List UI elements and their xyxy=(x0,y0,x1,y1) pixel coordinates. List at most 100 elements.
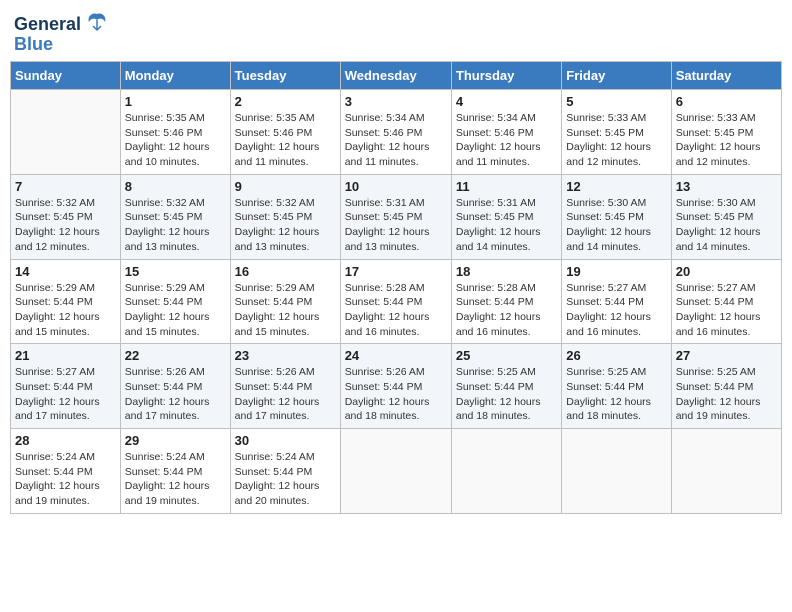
day-number: 2 xyxy=(235,94,336,109)
calendar-table: SundayMondayTuesdayWednesdayThursdayFrid… xyxy=(10,61,782,514)
day-info: Sunrise: 5:30 AM Sunset: 5:45 PM Dayligh… xyxy=(676,196,777,255)
day-info: Sunrise: 5:32 AM Sunset: 5:45 PM Dayligh… xyxy=(125,196,226,255)
day-number: 5 xyxy=(566,94,666,109)
day-info: Sunrise: 5:27 AM Sunset: 5:44 PM Dayligh… xyxy=(566,281,666,340)
day-info: Sunrise: 5:35 AM Sunset: 5:46 PM Dayligh… xyxy=(235,111,336,170)
day-number: 9 xyxy=(235,179,336,194)
calendar-week-4: 21 Sunrise: 5:27 AM Sunset: 5:44 PM Dayli… xyxy=(11,344,782,429)
day-info: Sunrise: 5:27 AM Sunset: 5:44 PM Dayligh… xyxy=(676,281,777,340)
day-number: 1 xyxy=(125,94,226,109)
day-info: Sunrise: 5:28 AM Sunset: 5:44 PM Dayligh… xyxy=(456,281,557,340)
day-info: Sunrise: 5:33 AM Sunset: 5:45 PM Dayligh… xyxy=(676,111,777,170)
day-info: Sunrise: 5:32 AM Sunset: 5:45 PM Dayligh… xyxy=(235,196,336,255)
calendar-cell: 12 Sunrise: 5:30 AM Sunset: 5:45 PM Dayli… xyxy=(562,174,671,259)
calendar-cell: 5Sunrise: 5:33 AM Sunset: 5:45 PM Daylig… xyxy=(562,90,671,175)
day-info: Sunrise: 5:25 AM Sunset: 5:44 PM Dayligh… xyxy=(676,365,777,424)
day-number: 16 xyxy=(235,264,336,279)
calendar-header-row: SundayMondayTuesdayWednesdayThursdayFrid… xyxy=(11,62,782,90)
day-number: 18 xyxy=(456,264,557,279)
day-info: Sunrise: 5:31 AM Sunset: 5:45 PM Dayligh… xyxy=(345,196,447,255)
day-number: 11 xyxy=(456,179,557,194)
day-header-thursday: Thursday xyxy=(451,62,561,90)
day-number: 27 xyxy=(676,348,777,363)
day-info: Sunrise: 5:35 AM Sunset: 5:46 PM Dayligh… xyxy=(125,111,226,170)
day-number: 26 xyxy=(566,348,666,363)
day-info: Sunrise: 5:25 AM Sunset: 5:44 PM Dayligh… xyxy=(456,365,557,424)
day-number: 30 xyxy=(235,433,336,448)
day-info: Sunrise: 5:26 AM Sunset: 5:44 PM Dayligh… xyxy=(235,365,336,424)
calendar-cell: 13 Sunrise: 5:30 AM Sunset: 5:45 PM Dayli… xyxy=(671,174,781,259)
page-header: General Blue xyxy=(10,10,782,55)
calendar-cell: 2 Sunrise: 5:35 AM Sunset: 5:46 PM Daylig… xyxy=(230,90,340,175)
day-info: Sunrise: 5:29 AM Sunset: 5:44 PM Dayligh… xyxy=(15,281,116,340)
calendar-cell: 23Sunrise: 5:26 AM Sunset: 5:44 PM Dayli… xyxy=(230,344,340,429)
day-number: 4 xyxy=(456,94,557,109)
day-info: Sunrise: 5:32 AM Sunset: 5:45 PM Dayligh… xyxy=(15,196,116,255)
calendar-cell: 14 Sunrise: 5:29 AM Sunset: 5:44 PM Dayli… xyxy=(11,259,121,344)
day-number: 7 xyxy=(15,179,116,194)
day-info: Sunrise: 5:26 AM Sunset: 5:44 PM Dayligh… xyxy=(345,365,447,424)
calendar-cell: 25 Sunrise: 5:25 AM Sunset: 5:44 PM Dayli… xyxy=(451,344,561,429)
day-header-monday: Monday xyxy=(120,62,230,90)
day-number: 10 xyxy=(345,179,447,194)
calendar-cell: 28 Sunrise: 5:24 AM Sunset: 5:44 PM Dayli… xyxy=(11,429,121,514)
calendar-cell: 11 Sunrise: 5:31 AM Sunset: 5:45 PM Dayli… xyxy=(451,174,561,259)
day-number: 12 xyxy=(566,179,666,194)
day-number: 13 xyxy=(676,179,777,194)
calendar-cell: 19Sunrise: 5:27 AM Sunset: 5:44 PM Dayli… xyxy=(562,259,671,344)
calendar-cell xyxy=(451,429,561,514)
logo-bird-icon xyxy=(83,10,111,38)
calendar-cell: 15 Sunrise: 5:29 AM Sunset: 5:44 PM Dayli… xyxy=(120,259,230,344)
day-info: Sunrise: 5:30 AM Sunset: 5:45 PM Dayligh… xyxy=(566,196,666,255)
calendar-cell: 20 Sunrise: 5:27 AM Sunset: 5:44 PM Dayli… xyxy=(671,259,781,344)
calendar-cell: 29 Sunrise: 5:24 AM Sunset: 5:44 PM Dayli… xyxy=(120,429,230,514)
calendar-cell: 21 Sunrise: 5:27 AM Sunset: 5:44 PM Dayli… xyxy=(11,344,121,429)
calendar-cell: 8 Sunrise: 5:32 AM Sunset: 5:45 PM Daylig… xyxy=(120,174,230,259)
calendar-cell: 26Sunrise: 5:25 AM Sunset: 5:44 PM Dayli… xyxy=(562,344,671,429)
day-header-saturday: Saturday xyxy=(671,62,781,90)
day-info: Sunrise: 5:29 AM Sunset: 5:44 PM Dayligh… xyxy=(125,281,226,340)
day-info: Sunrise: 5:27 AM Sunset: 5:44 PM Dayligh… xyxy=(15,365,116,424)
day-number: 22 xyxy=(125,348,226,363)
day-header-tuesday: Tuesday xyxy=(230,62,340,90)
day-info: Sunrise: 5:34 AM Sunset: 5:46 PM Dayligh… xyxy=(345,111,447,170)
calendar-cell: 6 Sunrise: 5:33 AM Sunset: 5:45 PM Daylig… xyxy=(671,90,781,175)
day-number: 3 xyxy=(345,94,447,109)
day-number: 14 xyxy=(15,264,116,279)
day-info: Sunrise: 5:24 AM Sunset: 5:44 PM Dayligh… xyxy=(235,450,336,509)
day-info: Sunrise: 5:24 AM Sunset: 5:44 PM Dayligh… xyxy=(125,450,226,509)
day-info: Sunrise: 5:28 AM Sunset: 5:44 PM Dayligh… xyxy=(345,281,447,340)
calendar-week-2: 7 Sunrise: 5:32 AM Sunset: 5:45 PM Daylig… xyxy=(11,174,782,259)
day-header-friday: Friday xyxy=(562,62,671,90)
day-info: Sunrise: 5:24 AM Sunset: 5:44 PM Dayligh… xyxy=(15,450,116,509)
day-number: 15 xyxy=(125,264,226,279)
calendar-cell: 17 Sunrise: 5:28 AM Sunset: 5:44 PM Dayli… xyxy=(340,259,451,344)
logo: General Blue xyxy=(14,10,111,55)
day-info: Sunrise: 5:31 AM Sunset: 5:45 PM Dayligh… xyxy=(456,196,557,255)
day-header-wednesday: Wednesday xyxy=(340,62,451,90)
day-info: Sunrise: 5:29 AM Sunset: 5:44 PM Dayligh… xyxy=(235,281,336,340)
logo-text: General xyxy=(14,14,81,35)
calendar-cell: 22Sunrise: 5:26 AM Sunset: 5:44 PM Dayli… xyxy=(120,344,230,429)
calendar-cell: 10 Sunrise: 5:31 AM Sunset: 5:45 PM Dayli… xyxy=(340,174,451,259)
day-number: 17 xyxy=(345,264,447,279)
day-number: 20 xyxy=(676,264,777,279)
calendar-cell: 18 Sunrise: 5:28 AM Sunset: 5:44 PM Dayli… xyxy=(451,259,561,344)
day-number: 29 xyxy=(125,433,226,448)
calendar-cell: 9 Sunrise: 5:32 AM Sunset: 5:45 PM Daylig… xyxy=(230,174,340,259)
day-number: 21 xyxy=(15,348,116,363)
calendar-cell: 27 Sunrise: 5:25 AM Sunset: 5:44 PM Dayli… xyxy=(671,344,781,429)
calendar-cell xyxy=(11,90,121,175)
calendar-cell: 1 Sunrise: 5:35 AM Sunset: 5:46 PM Daylig… xyxy=(120,90,230,175)
calendar-cell: 3 Sunrise: 5:34 AM Sunset: 5:46 PM Daylig… xyxy=(340,90,451,175)
day-number: 24 xyxy=(345,348,447,363)
day-number: 25 xyxy=(456,348,557,363)
day-number: 8 xyxy=(125,179,226,194)
calendar-cell xyxy=(340,429,451,514)
calendar-week-1: 1 Sunrise: 5:35 AM Sunset: 5:46 PM Daylig… xyxy=(11,90,782,175)
day-number: 6 xyxy=(676,94,777,109)
calendar-week-3: 14 Sunrise: 5:29 AM Sunset: 5:44 PM Dayli… xyxy=(11,259,782,344)
day-number: 28 xyxy=(15,433,116,448)
calendar-cell: 16 Sunrise: 5:29 AM Sunset: 5:44 PM Dayli… xyxy=(230,259,340,344)
calendar-cell xyxy=(671,429,781,514)
